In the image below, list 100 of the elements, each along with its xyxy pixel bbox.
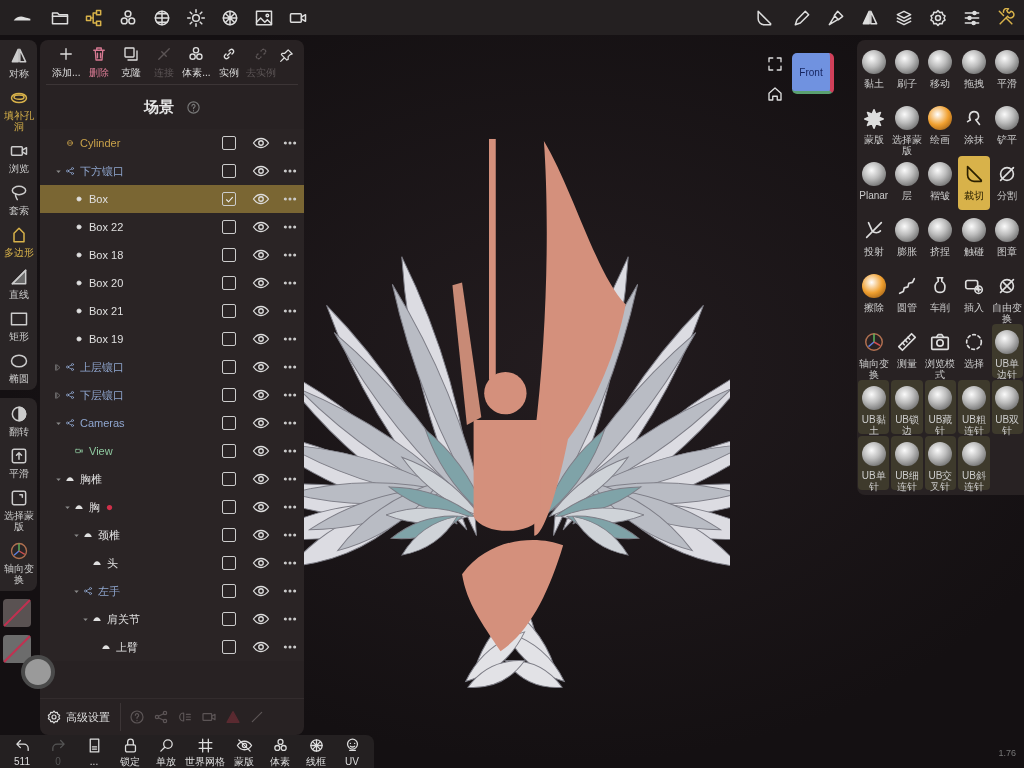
tool-tile[interactable]: 擦除: [858, 268, 890, 322]
uv-button[interactable]: UV: [334, 736, 370, 767]
tool-tile[interactable]: UB细连针: [891, 436, 923, 490]
tool-tile[interactable]: 绘画: [924, 100, 957, 154]
tool-tile[interactable]: 浏览模式: [924, 324, 957, 378]
tool-button[interactable]: 直线: [0, 265, 37, 302]
checkbox[interactable]: [222, 192, 236, 206]
floating-handle[interactable]: [25, 659, 51, 685]
help-icon[interactable]: [185, 99, 201, 115]
tool-tile[interactable]: 涂抹: [958, 100, 990, 154]
tool-tile[interactable]: 平滑: [991, 44, 1023, 98]
checkbox[interactable]: [222, 612, 236, 626]
tool-button[interactable]: 矩形: [0, 307, 37, 344]
tools-icon[interactable]: [996, 7, 1016, 28]
spheres-icon[interactable]: [118, 7, 138, 28]
zoom-button[interactable]: 单放: [148, 736, 184, 767]
action-button[interactable]: 轴向变换: [0, 539, 37, 587]
tool-tile[interactable]: 黏土: [858, 44, 890, 98]
tool-tile[interactable]: 插入: [958, 268, 990, 322]
tool-tile[interactable]: 自由变换: [991, 268, 1023, 322]
tool-tile[interactable]: UB单针: [858, 436, 890, 490]
fullscreen-icon[interactable]: [766, 55, 784, 73]
voxel-button[interactable]: 体素...: [180, 45, 213, 80]
lock-button[interactable]: 锁定: [112, 736, 148, 767]
tool-tile[interactable]: 轴向变换: [858, 324, 890, 378]
empty-swatch-icon[interactable]: [3, 599, 31, 627]
tool-tile[interactable]: 蒙版: [858, 100, 890, 154]
tool-tile[interactable]: UB黏土: [858, 380, 890, 434]
checkbox[interactable]: [222, 248, 236, 262]
tool-tile[interactable]: UB单边针: [991, 324, 1023, 378]
tool-tile[interactable]: 刷子: [891, 44, 923, 98]
mask-button[interactable]: 蒙版: [226, 736, 262, 767]
tool-button[interactable]: 填补孔洞: [0, 86, 37, 134]
tool-tile[interactable]: 铲平: [991, 100, 1023, 154]
tool-tile[interactable]: 圆管: [891, 268, 923, 322]
node-graph-icon[interactable]: [84, 7, 104, 28]
tool-tile[interactable]: Planar: [858, 156, 890, 210]
tool-tile[interactable]: 图章: [991, 212, 1023, 266]
checkbox[interactable]: [222, 500, 236, 514]
checkbox[interactable]: [222, 640, 236, 654]
advanced-settings-button[interactable]: 高级设置: [46, 703, 121, 731]
tool-tile[interactable]: 挤捏: [924, 212, 957, 266]
pin-icon[interactable]: [277, 47, 294, 65]
checkbox[interactable]: [222, 360, 236, 374]
grid-button[interactable]: 世界网格: [184, 736, 226, 767]
voxel-button[interactable]: 体素: [262, 736, 298, 767]
checkbox[interactable]: [222, 472, 236, 486]
tool-tile[interactable]: 测量: [891, 324, 923, 378]
checkbox[interactable]: [222, 276, 236, 290]
checkbox[interactable]: [222, 556, 236, 570]
checkbox[interactable]: [222, 220, 236, 234]
tool-tile[interactable]: 车削: [924, 268, 957, 322]
clone-button[interactable]: 克隆: [115, 45, 148, 80]
tool-tile[interactable]: UB交叉针: [924, 436, 957, 490]
tool-tile[interactable]: UB粗连针: [958, 380, 990, 434]
tool-tile[interactable]: 褶皱: [924, 156, 957, 210]
tool-tile[interactable]: 层: [891, 156, 923, 210]
sun-icon[interactable]: [186, 7, 206, 28]
scene-tree-row[interactable]: Box: [40, 185, 304, 213]
empty-swatch-icon[interactable]: [3, 635, 31, 663]
tool-button[interactable]: 椭圆: [0, 349, 37, 386]
settings-icon[interactable]: [928, 7, 948, 28]
checkbox[interactable]: [222, 304, 236, 318]
checkbox[interactable]: [222, 528, 236, 542]
tool-tile[interactable]: UB藏针: [924, 380, 957, 434]
add-button[interactable]: 添加...: [50, 45, 83, 80]
tool-tile[interactable]: 投射: [858, 212, 890, 266]
tool-tile[interactable]: UB双针: [991, 380, 1023, 434]
tool-tile[interactable]: UB锁边: [891, 380, 923, 434]
tool-tile[interactable]: 选择蒙版: [891, 100, 923, 154]
tool-button[interactable]: 对称: [0, 44, 37, 81]
tool-tile[interactable]: 分割: [991, 156, 1023, 210]
checkbox[interactable]: [222, 164, 236, 178]
home-icon[interactable]: [766, 85, 784, 103]
delete-button[interactable]: 删除: [82, 45, 116, 80]
tool-button[interactable]: 套索: [0, 181, 37, 218]
tool-tile[interactable]: UB斜连针: [958, 436, 990, 490]
checkbox[interactable]: [222, 332, 236, 346]
checkbox[interactable]: [222, 388, 236, 402]
tool-tile[interactable]: 选择: [958, 324, 990, 378]
tool-tile[interactable]: 拖拽: [958, 44, 990, 98]
checkbox[interactable]: [222, 444, 236, 458]
tool-tile[interactable]: 裁切: [958, 156, 990, 210]
tool-tile[interactable]: 移动: [924, 44, 957, 98]
checkbox[interactable]: [222, 584, 236, 598]
instance-button[interactable]: 实例: [212, 45, 246, 80]
layers-button[interactable]: ...: [76, 736, 112, 767]
tool-button[interactable]: 多边形: [0, 223, 37, 260]
expand-arrow-icon[interactable]: [54, 362, 63, 372]
view-cube[interactable]: Front: [792, 53, 834, 94]
expand-arrow-icon[interactable]: [54, 390, 63, 400]
tool-tile[interactable]: 膨胀: [891, 212, 923, 266]
action-button[interactable]: 平滑: [0, 444, 37, 481]
checkbox[interactable]: [222, 136, 236, 150]
tool-button[interactable]: 浏览: [0, 139, 37, 176]
wire-button[interactable]: 线框: [298, 736, 334, 767]
tool-tile[interactable]: 触碰: [958, 212, 990, 266]
action-button[interactable]: 翻转: [0, 402, 37, 439]
action-button[interactable]: 选择蒙版: [0, 486, 37, 534]
undo-button[interactable]: 511: [4, 736, 40, 767]
